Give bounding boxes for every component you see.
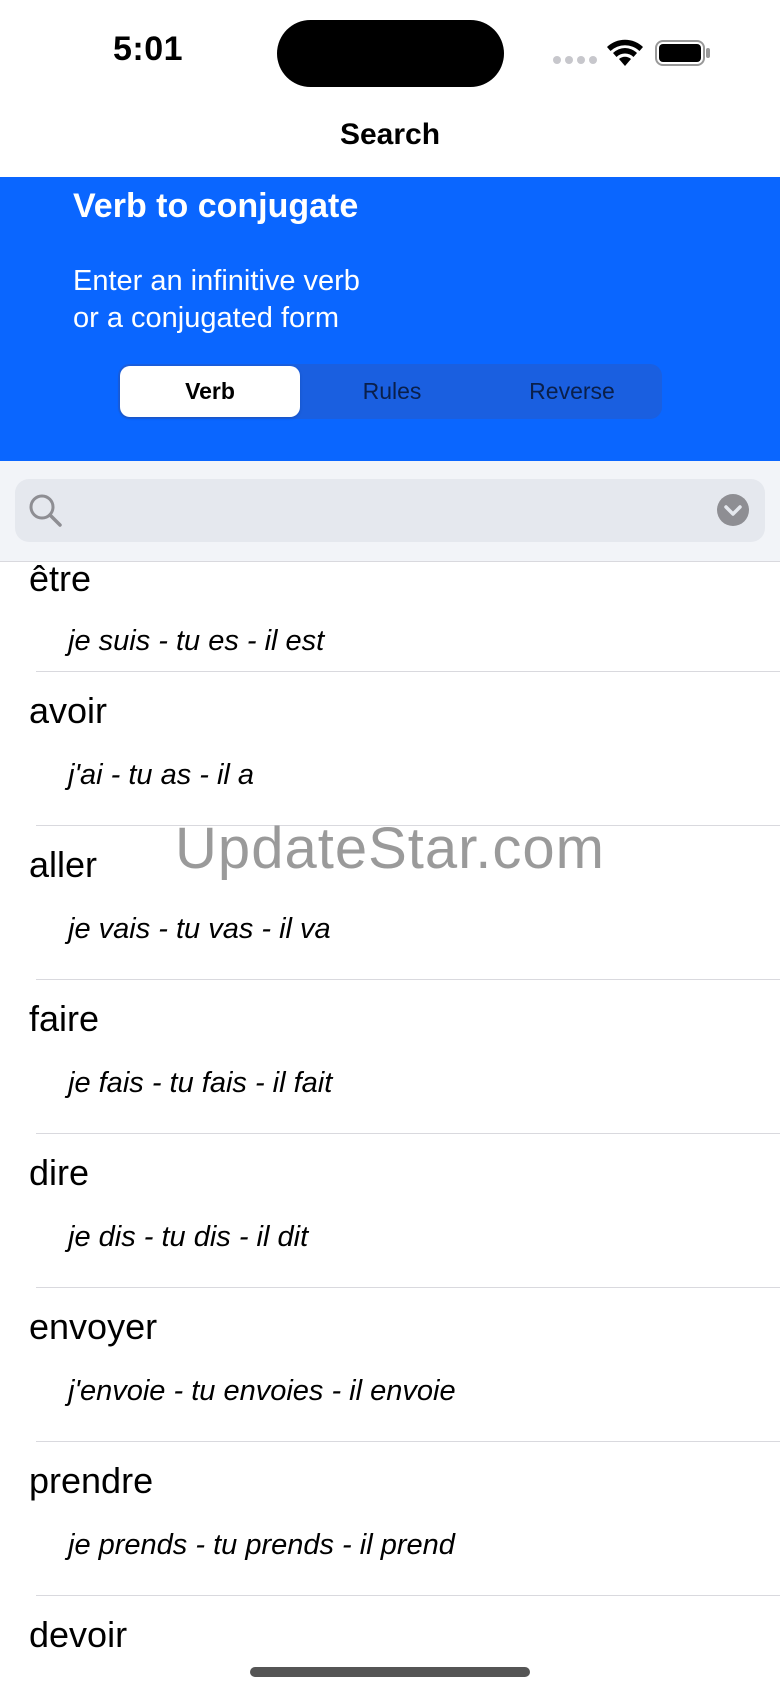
- search-field[interactable]: [15, 479, 765, 542]
- list-item[interactable]: devoir: [0, 1596, 780, 1692]
- verb-infinitive: aller: [29, 844, 98, 885]
- segment-verb[interactable]: Verb: [120, 366, 300, 417]
- segment-rules[interactable]: Rules: [302, 364, 482, 419]
- verb-infinitive: dire: [29, 1152, 90, 1193]
- mode-segmented-control: Verb Rules Reverse: [118, 364, 662, 419]
- home-indicator[interactable]: [250, 1667, 530, 1677]
- header-title: Verb to conjugate: [73, 187, 359, 225]
- verb-conjugation: j'envoie - tu envoies - il envoie: [68, 1375, 456, 1407]
- search-area: [0, 461, 780, 561]
- verb-infinitive: faire: [29, 998, 100, 1039]
- verb-infinitive: avoir: [29, 690, 108, 731]
- chevron-down-circle-icon[interactable]: [716, 493, 750, 527]
- header-subtitle: Enter an infinitive verb or a conjugated…: [73, 265, 360, 334]
- list-item[interactable]: aller je vais - tu vas - il va: [0, 826, 780, 980]
- list-item[interactable]: avoir j'ai - tu as - il a: [0, 672, 780, 826]
- list-item[interactable]: prendre je prends - tu prends - il prend: [0, 1442, 780, 1596]
- battery-icon: [655, 40, 710, 66]
- status-time: 5:01: [113, 30, 184, 68]
- list-item[interactable]: dire je dis - tu dis - il dit: [0, 1134, 780, 1288]
- verb-conjugation: j'ai - tu as - il a: [68, 759, 255, 791]
- verb-infinitive: envoyer: [29, 1306, 158, 1347]
- verb-infinitive: être: [29, 561, 92, 599]
- search-input[interactable]: [75, 491, 719, 533]
- verb-conjugation: je suis - tu es - il est: [68, 625, 325, 657]
- verb-conjugation: je vais - tu vas - il va: [68, 913, 331, 945]
- cellular-signal-icon: [553, 56, 597, 64]
- verb-conjugation: je dis - tu dis - il dit: [68, 1221, 309, 1253]
- search-icon: [29, 494, 62, 527]
- verb-conjugation: je prends - tu prends - il prend: [68, 1529, 455, 1561]
- verb-infinitive: prendre: [29, 1460, 154, 1501]
- dynamic-island: [277, 20, 504, 87]
- list-item[interactable]: envoyer j'envoie - tu envoies - il envoi…: [0, 1288, 780, 1442]
- status-bar: 5:01 Search: [0, 0, 780, 151]
- conjugate-header: Verb to conjugate Enter an infinitive ve…: [0, 177, 780, 461]
- wifi-icon: [607, 39, 643, 66]
- verb-list: être je suis - tu es - il est avoir j'ai…: [0, 561, 780, 1692]
- verb-conjugation: je fais - tu fais - il fait: [68, 1067, 333, 1099]
- segment-reverse[interactable]: Reverse: [482, 364, 662, 419]
- list-item[interactable]: faire je fais - tu fais - il fait: [0, 980, 780, 1134]
- list-item[interactable]: être je suis - tu es - il est: [0, 561, 780, 672]
- verb-infinitive: devoir: [29, 1614, 128, 1655]
- nav-title: Search: [339, 118, 441, 151]
